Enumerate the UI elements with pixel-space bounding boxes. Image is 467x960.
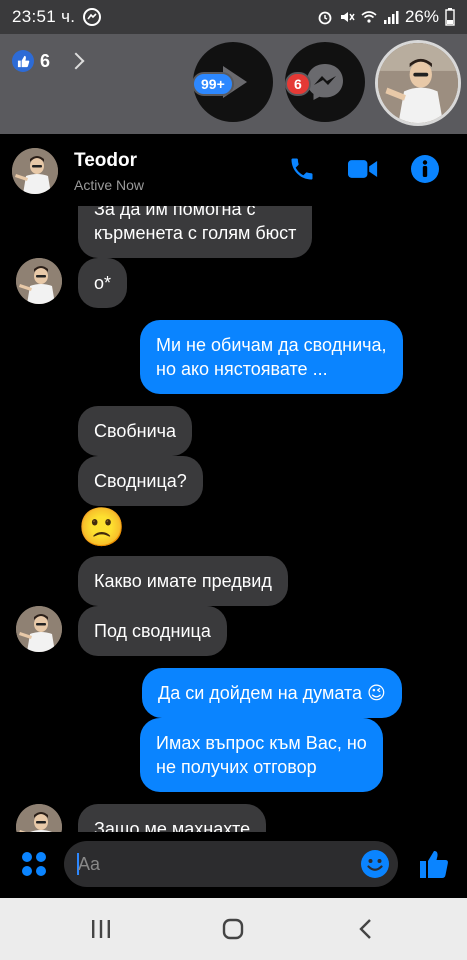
message-bubble[interactable]: Свобнича [78,406,193,456]
voice-call-button[interactable] [287,154,317,184]
alarm-icon [318,11,332,25]
message-bubble[interactable]: Имах въпрос към Вас, но не получих отгов… [140,718,383,792]
message-text: Защо ме махнахте [94,819,251,832]
video-call-button[interactable] [348,154,378,184]
chat-heads-overlay: 6 99+ 6 [0,34,467,134]
message-text: Сводница? [94,471,187,491]
wifi-icon [361,11,377,23]
avatar[interactable] [16,258,62,304]
message-bubble[interactable]: о* [78,258,128,308]
message-bubble[interactable]: Ми не обичам да сводничa, но ако нястояв… [140,320,403,394]
video-camera-icon [348,160,378,178]
chevron-right-icon[interactable] [67,52,85,70]
frown-emoji[interactable]: 🙁 [78,506,125,550]
avatar-photo [378,43,458,123]
battery-level: 26% [404,7,439,26]
mute-icon [340,12,355,22]
status-time: 23:51 ч. [12,7,76,26]
message-text: Имах въпрос към Вас, но [156,733,367,753]
message-bubble[interactable]: Какво имате предвид [78,556,288,606]
apps-button[interactable] [20,850,48,878]
message-text: о* [94,273,112,293]
recent-apps-icon [92,920,110,938]
chat-header: Teodor Active Now [2,134,465,206]
message-text: кърменета с голям бюст [94,223,297,243]
avatar[interactable] [12,148,58,194]
status-bar: 23:51 ч. 26% [0,0,467,34]
home-button[interactable] [218,916,248,942]
message-text: За да им помогна с [94,206,256,219]
message-bubble[interactable]: Да си дойдем на думата 😉 [142,668,402,718]
messenger-icon [83,8,102,26]
messenger-head-badge: 6 [285,72,311,96]
message-bubble[interactable]: Сводница? [78,456,203,506]
message-text: но ако нястоявате ... [156,359,328,379]
message-input[interactable] [78,841,358,887]
message-text: Да си дойдем на думата 😉 [158,683,386,703]
avatar[interactable] [16,804,62,832]
grid-dots-icon [22,852,46,876]
signal-icon [383,11,399,24]
phone-icon [291,158,313,180]
back-chevron-icon [359,919,371,939]
system-nav-bar [0,898,467,960]
send-like-button[interactable] [418,848,450,880]
chat-panel: Teodor Active Now За да им помогна с кър… [2,134,465,898]
message-text: не получих отговор [156,757,317,777]
thumbs-up-icon [12,50,34,72]
avatar[interactable] [16,606,62,652]
battery-icon [445,8,455,26]
contact-status: Active Now [74,177,145,193]
play-head-badge: 99+ [192,72,234,96]
message-text: Какво имате предвид [94,571,272,591]
info-button[interactable] [410,154,440,184]
message-text: Ми не обичам да сводничa, [156,335,387,355]
message-bubble[interactable]: За да им помогна с кърменета с голям бюс… [78,206,313,258]
contact-name: Teodor [74,150,137,171]
back-button[interactable] [350,916,380,942]
message-field[interactable] [64,841,398,887]
recent-apps-button[interactable] [86,916,116,942]
emoji-button[interactable] [360,849,390,879]
likes-counter[interactable]: 6 [12,50,85,72]
composer-bar [2,832,465,898]
message-list[interactable]: За да им помогна с кърменета с голям бюс… [2,206,465,832]
message-bubble[interactable]: Под сводница [78,606,227,656]
contact-chat-head[interactable] [375,40,461,126]
smiley-icon [361,850,389,878]
message-text: Под сводница [94,621,211,641]
message-bubble[interactable]: Защо ме махнахте [78,804,267,832]
message-text: Свобнича [94,421,177,441]
likes-count: 6 [40,50,51,71]
info-icon [411,155,439,183]
thumbs-up-icon [420,850,448,878]
home-icon [222,918,244,940]
